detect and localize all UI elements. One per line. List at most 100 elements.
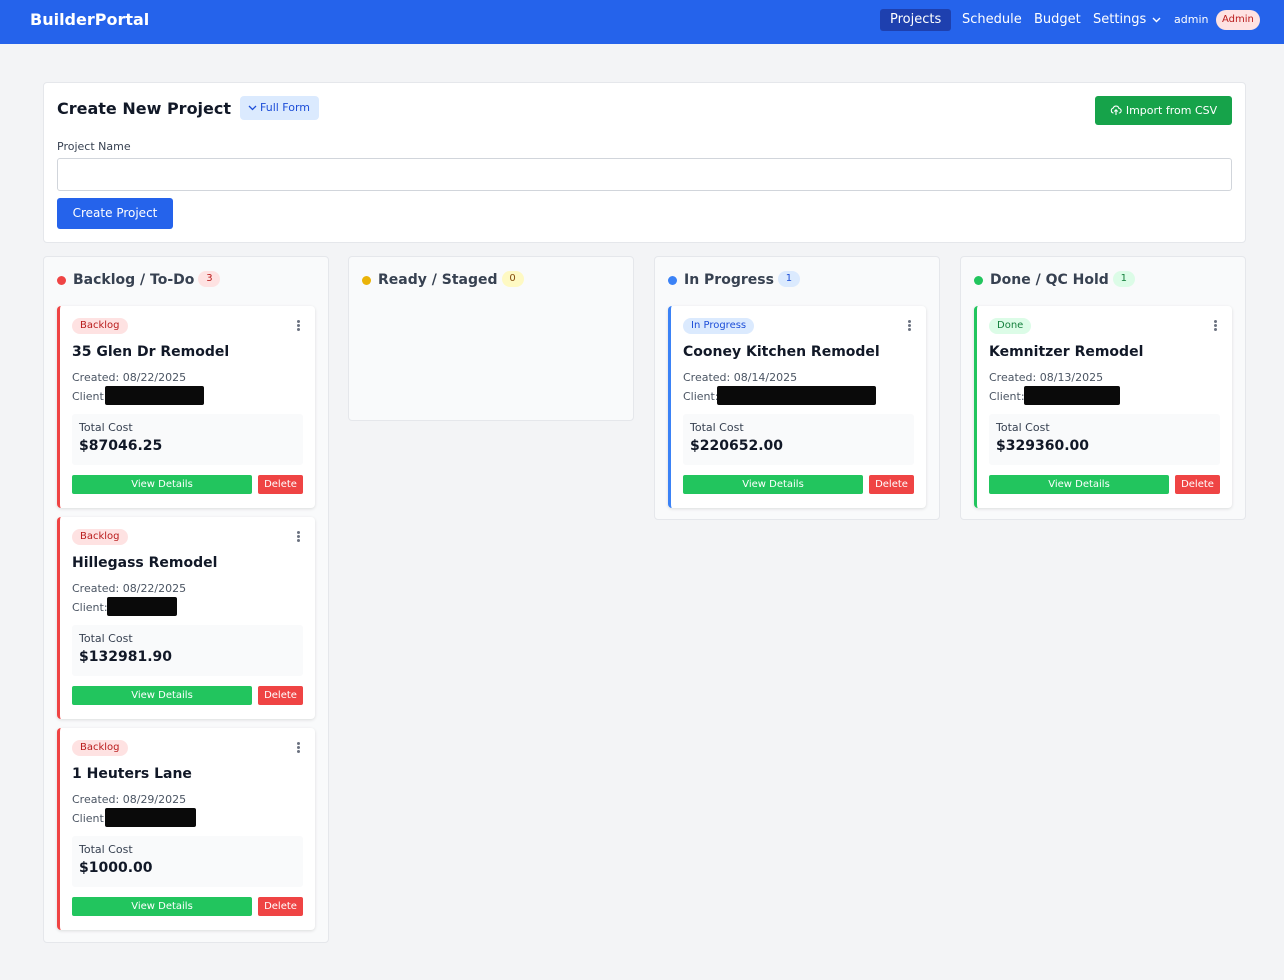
column-title-text: Backlog / To-Do <box>73 272 195 288</box>
view-details-button[interactable]: View Details <box>72 897 252 916</box>
column-ready: Ready / Staged 0 <box>348 256 634 421</box>
redacted-client-name <box>107 597 177 616</box>
nav-budget[interactable]: Budget <box>1034 9 1081 31</box>
column-header: Done / QC Hold 1 <box>961 257 1245 305</box>
status-badge: Backlog <box>72 318 128 334</box>
total-cost-value: $220652.00 <box>690 438 783 454</box>
delete-button[interactable]: Delete <box>869 475 914 494</box>
status-badge: Backlog <box>72 740 128 756</box>
view-details-button[interactable]: View Details <box>989 475 1169 494</box>
total-cost-label: Total Cost <box>996 421 1050 434</box>
cloud-upload-icon <box>1110 105 1122 115</box>
total-cost-label: Total Cost <box>79 843 133 856</box>
project-name-input[interactable] <box>57 158 1232 191</box>
column-title: Backlog / To-Do 3 <box>73 270 221 288</box>
user-name[interactable]: admin <box>1174 13 1208 26</box>
total-cost-box: Total Cost $132981.90 <box>72 625 303 676</box>
brand-logo[interactable]: BuilderPortal <box>30 10 149 29</box>
column-count-badge: 1 <box>777 270 800 287</box>
delete-button[interactable]: Delete <box>258 686 303 705</box>
status-badge: Done <box>989 318 1032 334</box>
view-details-button[interactable]: View Details <box>683 475 863 494</box>
total-cost-box: Total Cost $87046.25 <box>72 414 303 465</box>
column-header: Ready / Staged 0 <box>349 257 633 305</box>
project-card[interactable]: Backlog 35 Glen Dr Remodel Created: 08/2… <box>57 306 315 508</box>
client-label: Client: <box>72 601 108 614</box>
created-date: Created: 08/29/2025 <box>72 793 187 806</box>
status-dot-icon <box>362 276 371 285</box>
total-cost-label: Total Cost <box>79 421 133 434</box>
column-done: Done / QC Hold 1 Done Kemnitzer Remodel C… <box>960 256 1246 520</box>
column-title-text: In Progress <box>684 272 774 288</box>
view-details-button[interactable]: View Details <box>72 475 252 494</box>
full-form-toggle[interactable]: Full Form <box>240 96 320 120</box>
client-label: Client: <box>72 390 108 403</box>
more-options-icon[interactable] <box>908 320 912 332</box>
column-in-progress: In Progress 1 In Progress Cooney Kitchen … <box>654 256 940 520</box>
nav-schedule[interactable]: Schedule <box>962 9 1022 31</box>
total-cost-value: $1000.00 <box>79 860 153 876</box>
status-dot-icon <box>57 276 66 285</box>
created-date: Created: 08/22/2025 <box>72 582 187 595</box>
role-badge: Admin <box>1216 10 1260 30</box>
full-form-label: Full Form <box>260 101 311 114</box>
project-title: 35 Glen Dr Remodel <box>72 344 230 360</box>
project-title: Cooney Kitchen Remodel <box>683 344 880 360</box>
redacted-client-name <box>105 808 196 827</box>
column-header: In Progress 1 <box>655 257 939 305</box>
column-count-badge: 3 <box>198 270 221 287</box>
project-title: Hillegass Remodel <box>72 555 218 571</box>
client-label: Client: <box>72 812 108 825</box>
delete-button[interactable]: Delete <box>1175 475 1220 494</box>
created-date: Created: 08/14/2025 <box>683 371 798 384</box>
created-date: Created: 08/22/2025 <box>72 371 187 384</box>
total-cost-value: $329360.00 <box>996 438 1089 454</box>
total-cost-value: $132981.90 <box>79 649 172 665</box>
top-navbar: BuilderPortal Projects Schedule Budget S… <box>0 0 1284 44</box>
created-date: Created: 08/13/2025 <box>989 371 1104 384</box>
redacted-client-name <box>717 386 876 405</box>
create-project-panel: Create New Project Full Form Import from… <box>43 82 1246 243</box>
delete-button[interactable]: Delete <box>258 897 303 916</box>
project-card[interactable]: Done Kemnitzer Remodel Created: 08/13/20… <box>974 306 1232 508</box>
import-csv-label: Import from CSV <box>1125 104 1218 117</box>
column-title-text: Done / QC Hold <box>990 272 1109 288</box>
delete-button[interactable]: Delete <box>258 475 303 494</box>
nav-settings[interactable]: Settings <box>1093 9 1161 31</box>
nav-settings-label: Settings <box>1093 12 1147 27</box>
project-card[interactable]: Backlog Hillegass Remodel Created: 08/22… <box>57 517 315 719</box>
status-dot-icon <box>974 276 983 285</box>
client-label: Client: <box>989 390 1025 403</box>
total-cost-label: Total Cost <box>690 421 744 434</box>
view-details-button[interactable]: View Details <box>72 686 252 705</box>
redacted-client-name <box>105 386 204 405</box>
status-badge: Backlog <box>72 529 128 545</box>
column-count-badge: 1 <box>1112 270 1135 287</box>
status-dot-icon <box>668 276 677 285</box>
column-backlog: Backlog / To-Do 3 Backlog 35 Glen Dr Remo… <box>43 256 329 943</box>
status-badge: In Progress <box>683 318 755 334</box>
more-options-icon[interactable] <box>297 320 301 332</box>
more-options-icon[interactable] <box>1214 320 1218 332</box>
client-label: Client: <box>683 390 719 403</box>
create-project-button[interactable]: Create Project <box>57 198 173 229</box>
more-options-icon[interactable] <box>297 742 301 754</box>
column-header: Backlog / To-Do 3 <box>44 257 328 305</box>
chevron-down-icon <box>1152 17 1161 22</box>
nav-projects[interactable]: Projects <box>880 9 952 31</box>
redacted-client-name <box>1024 386 1120 405</box>
project-name-label: Project Name <box>57 140 131 153</box>
column-title-text: Ready / Staged <box>378 272 498 288</box>
chevron-down-icon <box>248 105 257 111</box>
total-cost-box: Total Cost $220652.00 <box>683 414 914 465</box>
project-card[interactable]: Backlog 1 Heuters Lane Created: 08/29/20… <box>57 728 315 930</box>
total-cost-value: $87046.25 <box>79 438 163 454</box>
import-csv-button[interactable]: Import from CSV <box>1095 96 1232 125</box>
column-count-badge: 0 <box>501 270 524 287</box>
total-cost-box: Total Cost $1000.00 <box>72 836 303 887</box>
project-card[interactable]: In Progress Cooney Kitchen Remodel Creat… <box>668 306 926 508</box>
more-options-icon[interactable] <box>297 531 301 543</box>
project-title: 1 Heuters Lane <box>72 766 192 782</box>
column-title: Ready / Staged 0 <box>378 270 524 288</box>
project-title: Kemnitzer Remodel <box>989 344 1144 360</box>
